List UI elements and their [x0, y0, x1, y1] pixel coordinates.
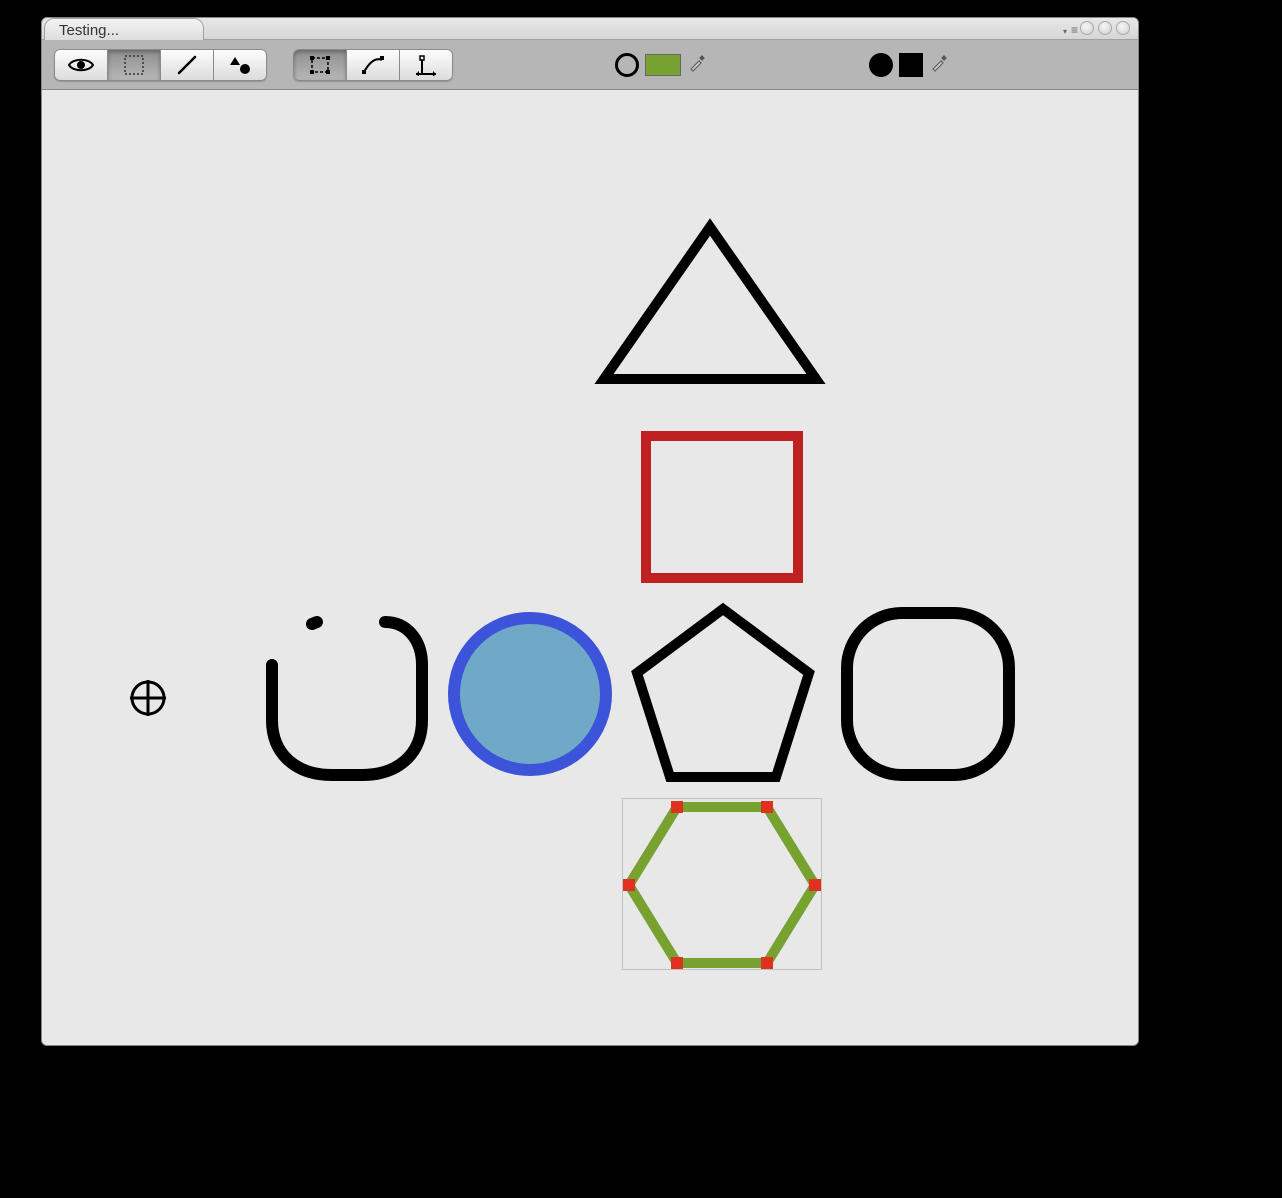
- tool-group-mode: [54, 49, 267, 81]
- shape-crosshair[interactable]: [128, 678, 168, 718]
- marquee-select-tool-button[interactable]: [107, 49, 161, 81]
- stroke-color-control: [615, 53, 707, 77]
- vertex-handle[interactable]: [761, 957, 773, 969]
- transform-icon: [308, 54, 332, 76]
- vertex-handle[interactable]: [671, 957, 683, 969]
- pen-tool-button[interactable]: [160, 49, 214, 81]
- pen-icon: [176, 54, 198, 76]
- eyedropper-icon: [688, 54, 706, 75]
- stroke-indicator-icon: [615, 53, 639, 77]
- shape-square-red[interactable]: [640, 430, 804, 584]
- vertex-handle[interactable]: [623, 879, 635, 891]
- vertex-handle[interactable]: [761, 801, 773, 813]
- text-insert-icon: [414, 54, 438, 76]
- toolbar: [42, 40, 1138, 90]
- eyedropper-icon: [930, 54, 948, 75]
- shape-hexagon-selected[interactable]: [617, 792, 827, 978]
- shapes-icon: [228, 55, 252, 75]
- zoom-window-button[interactable]: [1116, 21, 1130, 35]
- curve-handle-icon: [361, 54, 385, 76]
- shape-rounded-square[interactable]: [837, 603, 1019, 785]
- window-menu-icon[interactable]: [1063, 23, 1078, 37]
- transform-tool-button[interactable]: [293, 49, 347, 81]
- view-tool-button[interactable]: [54, 49, 108, 81]
- fill-color-control: [869, 53, 949, 77]
- document-tab[interactable]: Testing...: [44, 18, 204, 40]
- path-edit-tool-button[interactable]: [346, 49, 400, 81]
- shapes-tool-button[interactable]: [213, 49, 267, 81]
- minimize-window-button[interactable]: [1098, 21, 1112, 35]
- close-window-button[interactable]: [1080, 21, 1094, 35]
- shape-circle-filled[interactable]: [445, 609, 615, 779]
- window-controls: [1080, 21, 1130, 35]
- shape-pentagon[interactable]: [627, 599, 819, 791]
- vertex-handle[interactable]: [671, 801, 683, 813]
- tool-group-edit: [293, 49, 453, 81]
- shape-arc-open[interactable]: [257, 610, 437, 790]
- fill-eyedropper-button[interactable]: [929, 55, 949, 75]
- canvas[interactable]: [42, 90, 1138, 1045]
- titlebar: Testing...: [42, 18, 1138, 40]
- stroke-color-swatch[interactable]: [645, 54, 681, 76]
- app-window: Testing...: [41, 17, 1139, 1046]
- fill-indicator-icon: [869, 53, 893, 77]
- fill-color-swatch[interactable]: [899, 53, 923, 77]
- marquee-icon: [123, 54, 145, 76]
- text-tool-button[interactable]: [399, 49, 453, 81]
- tab-title: Testing...: [59, 22, 119, 39]
- eye-icon: [68, 57, 94, 73]
- vertex-handle[interactable]: [809, 879, 821, 891]
- shape-triangle[interactable]: [590, 215, 830, 393]
- stroke-eyedropper-button[interactable]: [687, 55, 707, 75]
